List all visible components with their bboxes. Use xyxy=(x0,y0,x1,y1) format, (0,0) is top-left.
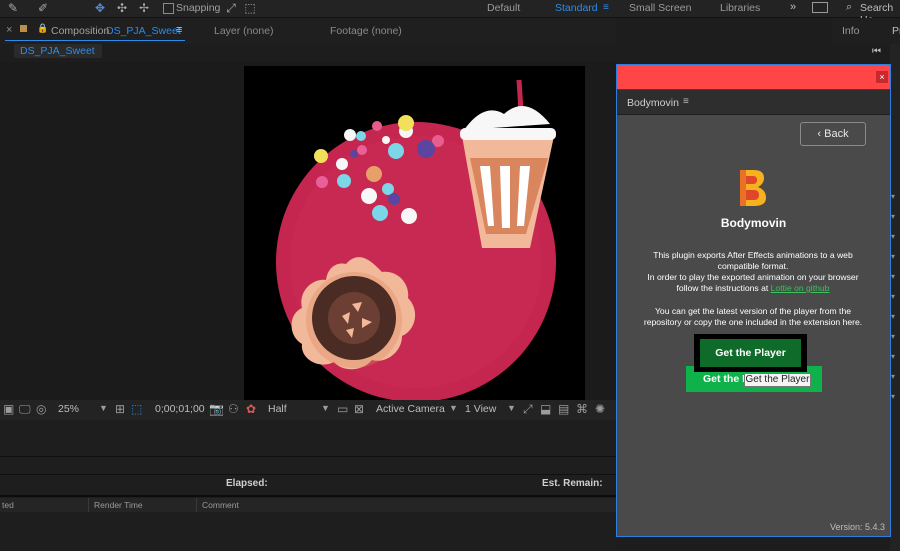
chevron-down-icon[interactable]: ▾ xyxy=(891,272,895,281)
render-queue-panel: Elapsed: Est. Remain: ted Render Time Co… xyxy=(0,420,616,551)
workspace-default[interactable]: Default xyxy=(487,2,520,14)
lottie-github-link[interactable]: Lottie on github xyxy=(771,283,830,293)
col-comment[interactable]: Comment xyxy=(202,500,239,510)
tool-icon[interactable]: ✢ xyxy=(137,1,151,15)
toggle-pixel-icon[interactable]: ⤢ xyxy=(523,402,533,417)
col-render-time[interactable]: Render Time xyxy=(94,500,143,510)
transparency-icon[interactable]: ⬚ xyxy=(131,402,142,416)
exposure-icon[interactable]: ✺ xyxy=(595,402,605,416)
camera-select[interactable]: Active Camera xyxy=(376,403,445,415)
zoom-value[interactable]: 25% xyxy=(58,403,79,415)
description-line: You can get the latest version of the pl… xyxy=(654,306,852,316)
roi-icon[interactable]: ▭ xyxy=(337,402,348,416)
dessert-illustration xyxy=(276,79,556,402)
chevron-down-icon[interactable]: ▾ xyxy=(891,372,895,381)
col-status[interactable]: ted xyxy=(2,500,14,510)
pin-tool-icon[interactable]: ✐ xyxy=(36,1,50,15)
description-line: This plugin exports After Effects animat… xyxy=(653,250,853,260)
back-button[interactable]: ‹ Back xyxy=(800,122,866,146)
chevron-down-icon[interactable]: ▾ xyxy=(891,292,895,301)
info-tab[interactable]: Info xyxy=(842,25,860,37)
search-icon[interactable]: ⌕ xyxy=(846,1,852,14)
chevron-down-icon[interactable]: ▾ xyxy=(891,252,895,261)
fast-preview-icon[interactable]: ⬓ xyxy=(540,402,551,416)
panel-menu-icon[interactable]: ≡ xyxy=(176,24,182,36)
tool-icon[interactable]: ✥ xyxy=(93,1,107,15)
comp-color-icon xyxy=(20,25,27,32)
workspace-standard[interactable]: Standard xyxy=(555,2,598,14)
monitor-icon[interactable]: 🖵 xyxy=(19,402,31,417)
composition-tab-label[interactable]: Composition xyxy=(51,25,109,37)
description-line: follow the instructions at Lottie on git… xyxy=(628,283,878,294)
get-player-button[interactable]: Get the Player xyxy=(700,339,801,367)
mask-icon[interactable]: ◎ xyxy=(36,402,46,416)
description-text: follow the instructions at xyxy=(676,283,769,293)
color-channels-icon[interactable]: ✿ xyxy=(246,402,256,416)
chevron-down-icon[interactable]: ▾ xyxy=(891,392,895,401)
bodymovin-tab-bar: Bodymovin ≡ xyxy=(617,90,890,115)
viewer-toolbar: ▣ 🖵 ◎ 25% ▼ ⊞ ⬚ 0;00;01;00 📷 ⚇ ✿ Half ▼ … xyxy=(0,400,616,420)
preview-tab[interactable]: Pr xyxy=(892,25,900,37)
flowchart-icon[interactable]: ⌘ xyxy=(576,402,588,416)
timecode[interactable]: 0;00;01;00 xyxy=(155,403,205,415)
active-tab-underline xyxy=(5,40,185,41)
workspace-small-screen[interactable]: Small Screen xyxy=(629,2,691,14)
close-icon[interactable]: × xyxy=(876,71,888,83)
description-line: compatible format. xyxy=(717,261,789,271)
description-line: In order to play the exported animation … xyxy=(647,272,859,282)
snap-grid-icon[interactable]: ⬚ xyxy=(243,1,257,15)
snapshot-icon[interactable]: 📷 xyxy=(209,402,224,416)
comp-breadcrumb-tab[interactable]: DS_PJA_Sweet xyxy=(14,44,102,58)
top-toolbar: ✎ ✐ ✥ ✣ ✢ Snapping ⤢ ⬚ Default Standard … xyxy=(0,0,900,26)
chevron-down-icon[interactable]: ▼ xyxy=(99,403,108,413)
chevron-more-icon[interactable]: » xyxy=(790,1,796,13)
puppet-tool-icon[interactable]: ✎ xyxy=(6,1,20,15)
right-panel-strip: ▾ ▾ ▾ ▾ ▾ ▾ ▾ ▾ ▾ ▾ ▾ xyxy=(890,44,900,551)
display-icon[interactable] xyxy=(812,2,828,13)
chevron-down-icon[interactable]: ▾ xyxy=(891,352,895,361)
chevron-down-icon[interactable]: ▾ xyxy=(891,332,895,341)
lock-icon[interactable]: 🔒 xyxy=(37,23,48,34)
chevron-down-icon[interactable]: ▼ xyxy=(449,403,458,413)
grid-icon[interactable]: ⊞ xyxy=(115,402,125,416)
layer-tab[interactable]: Layer (none) xyxy=(214,25,274,37)
version-label: Version: 5.4.3 xyxy=(829,522,885,532)
tool-icon[interactable]: ✣ xyxy=(115,1,129,15)
snapping-label: Snapping xyxy=(176,2,221,14)
region-icon[interactable]: ▣ xyxy=(3,402,14,416)
render-queue-header: ted Render Time Comment xyxy=(0,498,616,512)
snapping-checkbox[interactable] xyxy=(163,3,174,14)
chevron-down-icon[interactable]: ▾ xyxy=(891,312,895,321)
footage-tab[interactable]: Footage (none) xyxy=(330,25,402,37)
skip-back-icon[interactable]: ⏮ xyxy=(872,46,881,57)
workspace-menu-icon[interactable]: ≡ xyxy=(603,2,609,13)
snap-icon[interactable]: ⤢ xyxy=(224,1,238,15)
chevron-down-icon[interactable]: ▾ xyxy=(891,232,895,241)
composition-name[interactable]: DS_PJA_Sweet xyxy=(106,25,181,37)
est-remain-label: Est. Remain: xyxy=(542,478,603,489)
transparency-grid-icon[interactable]: ⊠ xyxy=(354,402,364,416)
chevron-down-icon[interactable]: ▼ xyxy=(321,403,330,413)
chevron-down-icon[interactable]: ▾ xyxy=(891,192,895,201)
bodymovin-tab-label[interactable]: Bodymovin xyxy=(627,97,679,109)
composition-artboard[interactable] xyxy=(244,66,585,402)
info-panel-header: Info Pr ⏮ xyxy=(832,18,900,57)
resolution-select[interactable]: Half xyxy=(268,403,287,415)
bodymovin-logo-icon xyxy=(740,170,766,206)
bodymovin-name: Bodymovin xyxy=(720,216,787,230)
views-select[interactable]: 1 View xyxy=(465,403,496,415)
close-panel-icon[interactable]: × xyxy=(6,24,12,36)
workspace-libraries[interactable]: Libraries xyxy=(720,2,760,14)
panel-menu-icon[interactable]: ≡ xyxy=(683,96,689,107)
dialog-title-bar[interactable] xyxy=(617,65,890,89)
description-line: repository or copy the one included in t… xyxy=(643,317,863,327)
composition-panel-header: × 🔒 Composition DS_PJA_Sweet ≡ Layer (no… xyxy=(0,18,616,44)
timeline-icon[interactable]: ▤ xyxy=(558,402,569,416)
chevron-down-icon[interactable]: ▾ xyxy=(891,212,895,221)
chevron-down-icon[interactable]: ▼ xyxy=(507,403,516,413)
elapsed-label: Elapsed: xyxy=(226,478,268,489)
show-snapshot-icon[interactable]: ⚇ xyxy=(228,402,239,416)
tooltip: Get the Player xyxy=(744,373,811,387)
